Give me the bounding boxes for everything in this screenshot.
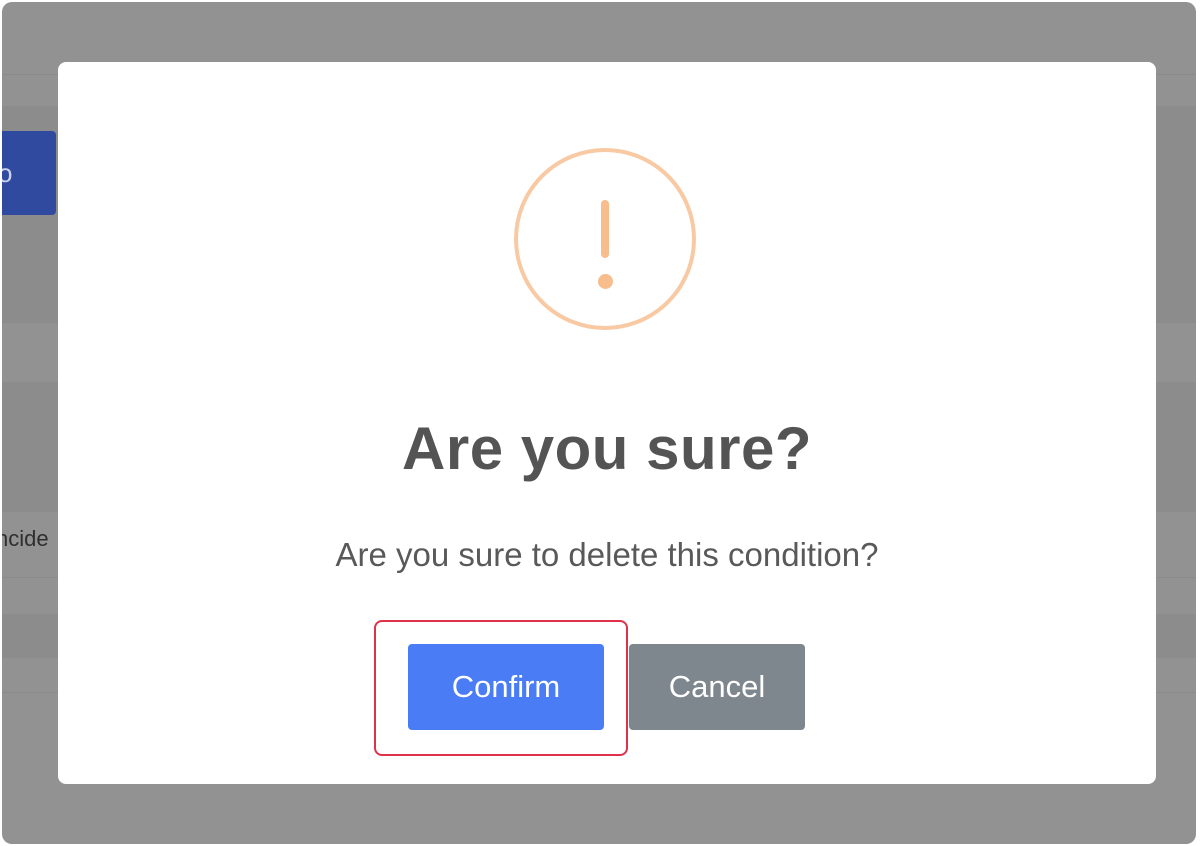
dialog-message: Are you sure to delete this condition? bbox=[335, 536, 879, 573]
warning-exclamation-icon bbox=[514, 148, 696, 330]
cancel-button[interactable]: Cancel bbox=[629, 644, 805, 730]
screen-frame: o ncide Are you sure? Are you sure to de… bbox=[2, 2, 1196, 844]
confirm-button[interactable]: Confirm bbox=[408, 644, 604, 730]
exclamation-dot bbox=[598, 274, 613, 289]
background-text: ncide bbox=[2, 526, 49, 551]
exclamation-bar bbox=[601, 200, 609, 258]
background-button: o bbox=[2, 131, 56, 215]
confirm-dialog: Are you sure? Are you sure to delete thi… bbox=[58, 62, 1156, 784]
dialog-title: Are you sure? bbox=[402, 415, 812, 482]
